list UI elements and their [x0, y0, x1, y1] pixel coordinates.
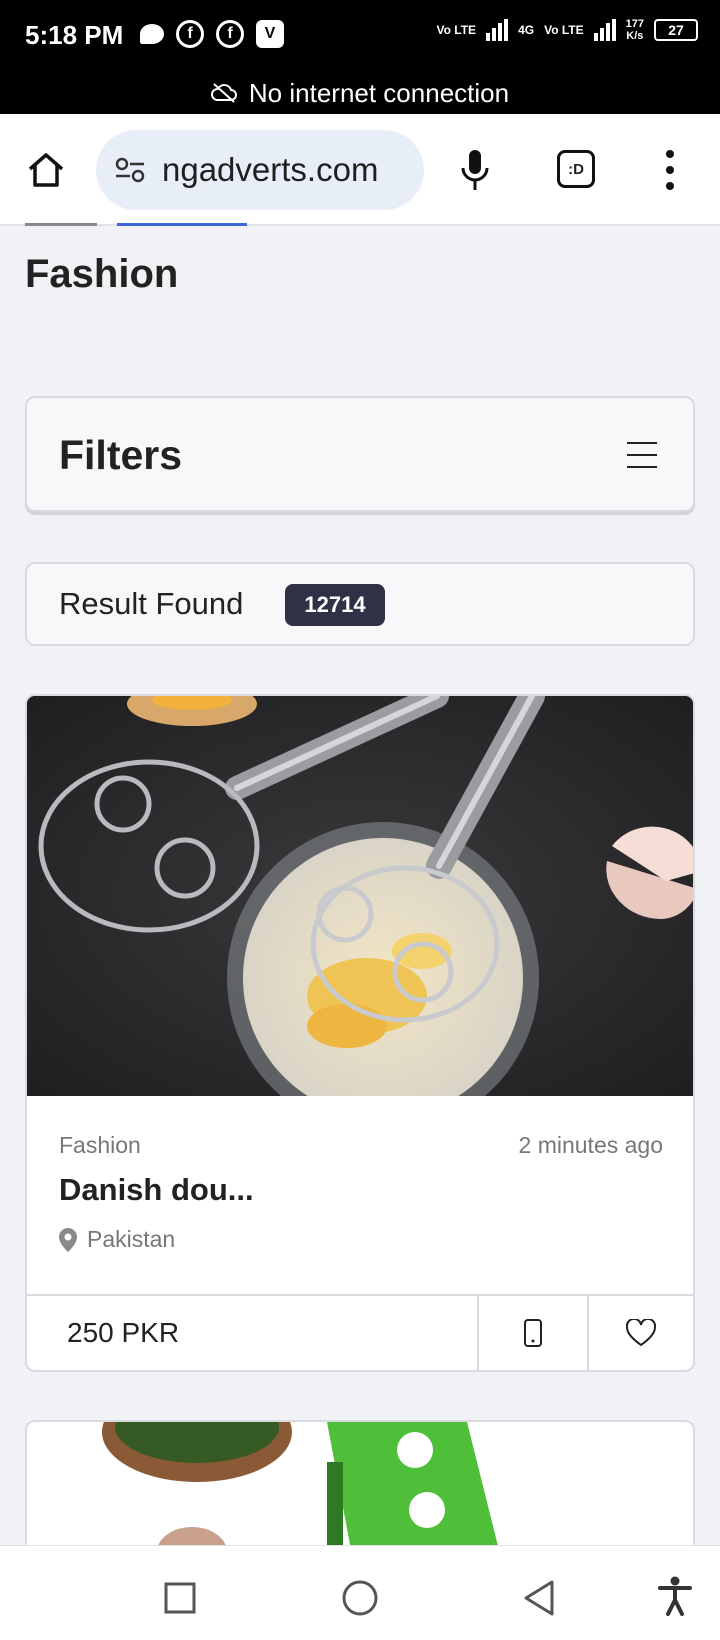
- breadcrumb: [25, 218, 285, 226]
- address-bar[interactable]: ngadverts.com: [96, 130, 424, 210]
- cloud-off-icon: [210, 83, 237, 103]
- facebook-icon: f: [216, 20, 244, 48]
- url-text: ngadverts.com: [162, 151, 379, 188]
- signal-icon: [593, 19, 616, 41]
- listing-actions: 250 PKR: [27, 1294, 693, 1370]
- results-summary: Result Found 12714: [25, 562, 695, 646]
- status-time: 5:18 PM: [25, 20, 124, 50]
- accessibility-icon[interactable]: [658, 1576, 692, 1616]
- status-right: Vo LTE 4G Vo LTE 177 K/s 27: [436, 18, 698, 42]
- filters-label: Filters: [59, 432, 183, 478]
- mic-icon[interactable]: [460, 148, 490, 192]
- battery-icon: 27: [654, 19, 698, 41]
- call-button[interactable]: [479, 1296, 589, 1370]
- listing-photo[interactable]: [27, 696, 693, 1096]
- results-count-badge: 12714: [285, 584, 385, 626]
- heart-icon: [626, 1319, 656, 1347]
- signal-icon: [486, 19, 509, 41]
- tabs-label: :D: [568, 160, 584, 178]
- menu-icon[interactable]: [627, 442, 657, 468]
- notification-icons: f f V: [140, 20, 284, 48]
- location-pin-icon: [59, 1227, 77, 1252]
- facebook-icon: f: [176, 20, 204, 48]
- browser-toolbar: ngadverts.com :D: [0, 114, 720, 226]
- back-icon[interactable]: [522, 1579, 556, 1617]
- filters-panel[interactable]: Filters: [25, 396, 695, 512]
- listing-category[interactable]: Fashion: [59, 1132, 141, 1159]
- page-title: Fashion: [25, 252, 179, 296]
- favorite-button[interactable]: [589, 1296, 693, 1370]
- network-banner-text: No internet connection: [248, 77, 510, 108]
- listing-title[interactable]: Danish dou...: [59, 1172, 254, 1208]
- listing-time: 2 minutes ago: [518, 1132, 663, 1158]
- listing-price: 250 PKR: [27, 1296, 479, 1370]
- net-speed: 177 K/s: [625, 18, 644, 42]
- results-label: Result Found: [59, 586, 244, 621]
- system-nav-bar: [0, 1545, 720, 1640]
- listing-card[interactable]: Fashion 2 minutes ago Danish dou... Paki…: [25, 694, 695, 1372]
- vimeo-icon: V: [256, 20, 284, 48]
- location-text: Pakistan: [87, 1226, 176, 1252]
- home-nav-icon[interactable]: [341, 1579, 379, 1617]
- network-banner: No internet connection: [0, 72, 720, 114]
- volte-label: Vo LTE: [436, 23, 477, 37]
- tune-icon[interactable]: [114, 156, 146, 184]
- network-type-label: 4G: [518, 23, 535, 37]
- more-vert-icon[interactable]: [664, 150, 676, 190]
- recents-icon[interactable]: [164, 1582, 196, 1614]
- listing-location: Pakistan: [59, 1226, 175, 1253]
- status-bar: 5:18 PM f f V Vo LTE 4G Vo LTE 177 K/s 27: [0, 0, 720, 72]
- home-icon[interactable]: [26, 150, 66, 190]
- chat-icon: [140, 24, 164, 44]
- price-text: 250 PKR: [67, 1317, 180, 1348]
- volte-label: Vo LTE: [544, 23, 584, 37]
- battery-level: 27: [668, 22, 684, 38]
- tabs-icon[interactable]: :D: [557, 150, 595, 188]
- phone-icon: [524, 1319, 542, 1347]
